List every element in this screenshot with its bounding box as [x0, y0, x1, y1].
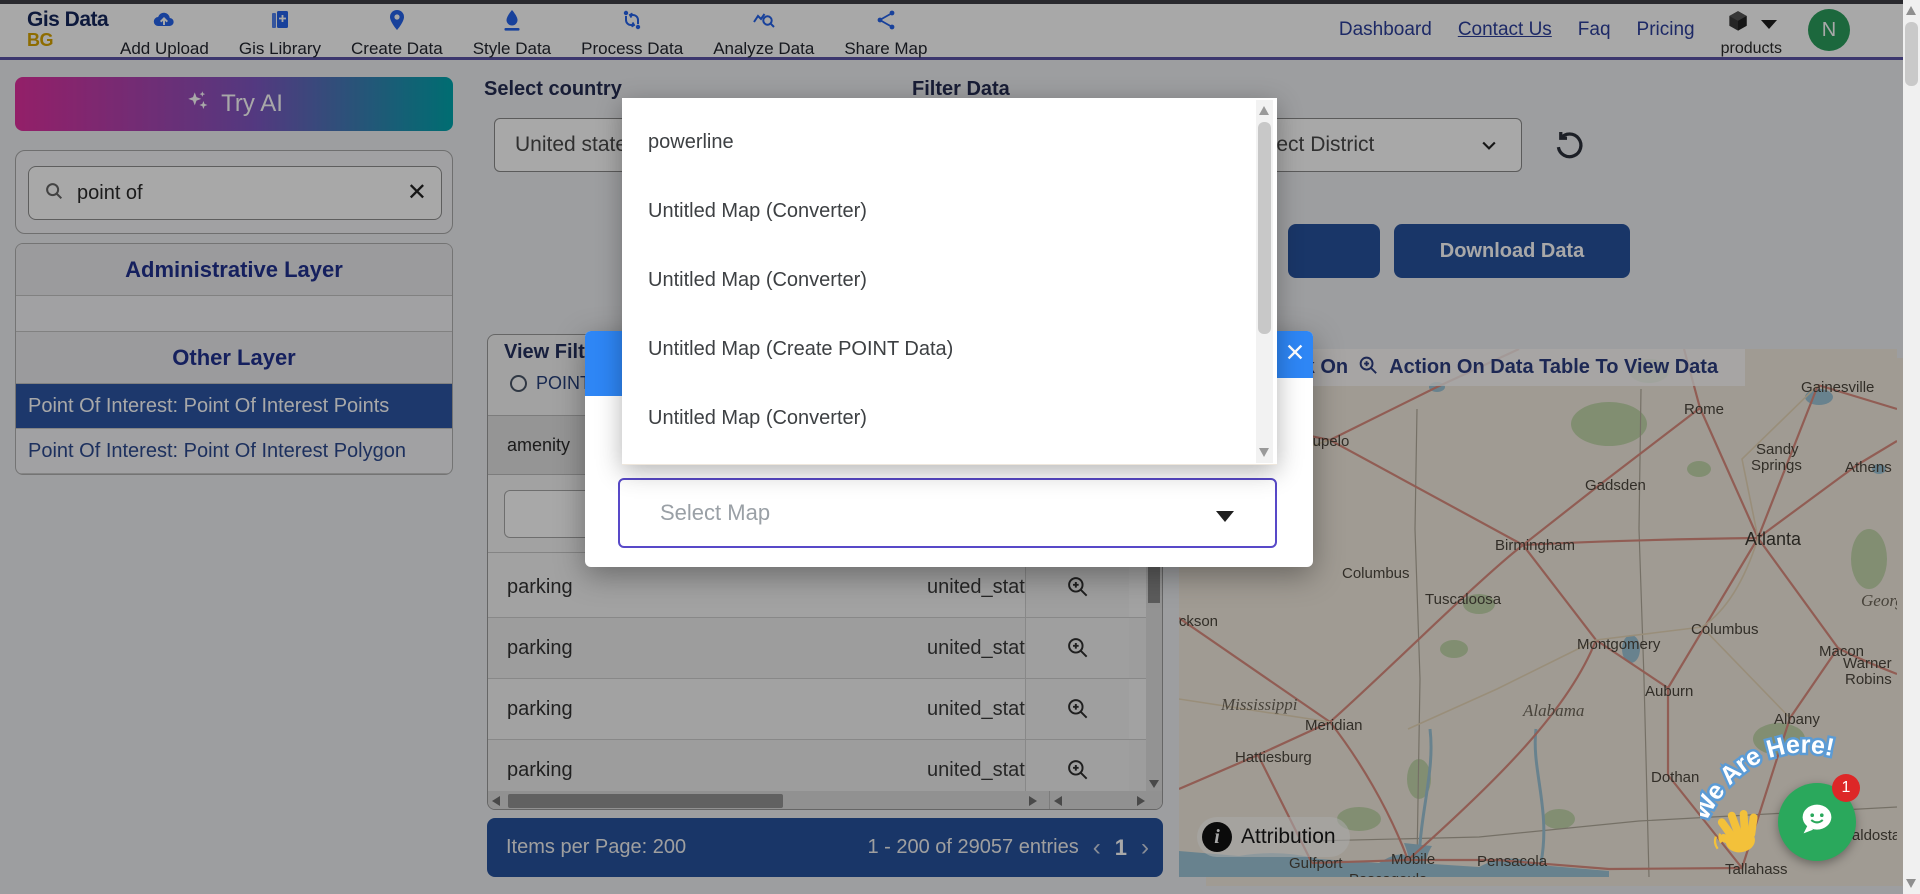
app-root: Gis Data MAPBG Add Upload Gis Library Cr… [0, 0, 1920, 894]
chat-bubble-icon [1794, 797, 1840, 848]
close-icon [1284, 341, 1306, 368]
listbox-option[interactable]: powerline [622, 108, 1277, 177]
chevron-down-icon [1216, 511, 1234, 522]
listbox-option[interactable]: Untitled Map (Create POINT Data) [622, 315, 1277, 384]
waving-hand-icon [1709, 801, 1770, 862]
select-map-listbox: powerline Untitled Map (Converter) Untit… [622, 98, 1277, 465]
listbox-option[interactable]: Untitled Map (Converter) [622, 246, 1277, 315]
listbox-option[interactable]: Untitled Map (Converter) [622, 177, 1277, 246]
chat-widget: We Are Here! [1684, 712, 1910, 882]
listbox-scrollbar[interactable] [1256, 100, 1273, 463]
listbox-option[interactable]: Untitled Map (Converter) [622, 384, 1277, 453]
select-map-placeholder: Select Map [660, 500, 771, 525]
modal-header-fragment [585, 331, 622, 396]
modal-close-button[interactable] [1277, 331, 1313, 378]
chat-unread-badge: 1 [1832, 774, 1860, 802]
select-map-combobox[interactable]: Select Map [618, 478, 1277, 548]
